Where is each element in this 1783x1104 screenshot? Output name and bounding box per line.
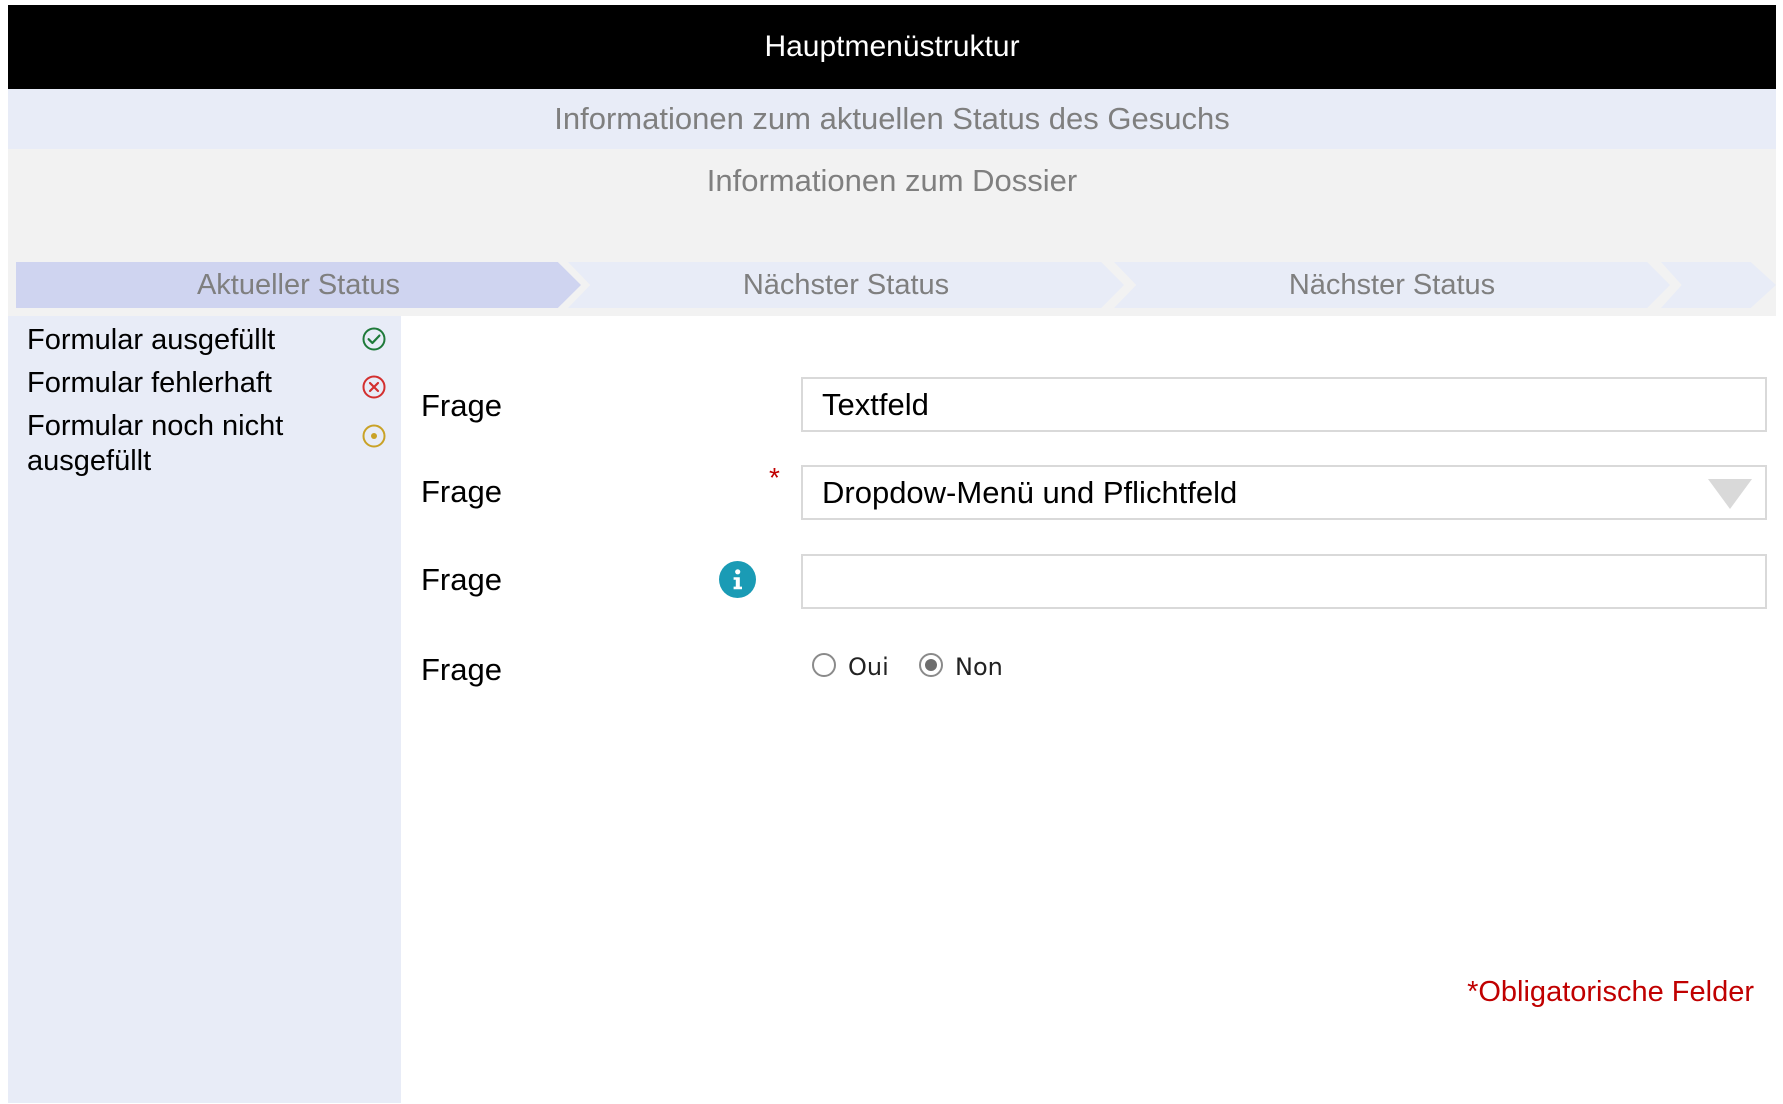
status-info-text: Informationen zum aktuellen Status des G… [554, 101, 1230, 136]
question-label: Frage [421, 562, 502, 597]
step-next-status-3 [1661, 262, 1776, 308]
legend-label: Formular ausgefüllt [27, 324, 276, 356]
radio-oui[interactable] [812, 653, 836, 677]
check-circle-icon [362, 327, 386, 351]
step-label: Nächster Status [1288, 268, 1496, 301]
step-current-status: Aktueller Status [16, 262, 581, 308]
legend-label: Formular fehlerhaft [27, 367, 272, 399]
textfield-input[interactable]: Textfeld [801, 377, 1767, 432]
legend-label: Formular noch nicht ausgefüllt [27, 410, 284, 477]
dot-circle-icon [362, 424, 386, 448]
dropdown-value: Dropdow-Menü und Pflichtfeld [822, 474, 1238, 510]
radio-non-label[interactable]: Non [955, 653, 1003, 681]
radio-non[interactable] [919, 653, 943, 677]
chevron-down-icon[interactable] [1708, 479, 1752, 509]
step-label: Nächster Status [742, 268, 950, 301]
dropdown-select[interactable]: Dropdow-Menü und Pflichtfeld [801, 465, 1767, 520]
main-menu-bar[interactable]: Hauptmenüstruktur [8, 5, 1776, 89]
status-info-bar: Informationen zum aktuellen Status des G… [8, 89, 1776, 149]
x-circle-icon [362, 375, 386, 399]
step-label: Aktueller Status [196, 268, 401, 301]
required-marker: * [769, 462, 780, 493]
question-label: Frage [421, 388, 502, 423]
legend-item-completed: Formular ausgefüllt [27, 323, 327, 358]
step-next-status-1: Nächster Status [568, 262, 1124, 308]
info-icon[interactable] [719, 561, 756, 598]
status-progress-steps: Aktueller Status Nächster Status Nächste… [16, 262, 1783, 308]
app-frame: Hauptmenüstruktur Informationen zum aktu… [8, 5, 1776, 1103]
form-status-legend: Formular ausgefüllt Formular fehlerhaft … [8, 316, 401, 1103]
radio-oui-label[interactable]: Oui [848, 653, 889, 681]
empty-text-input[interactable] [801, 554, 1767, 609]
dossier-info-text: Informationen zum Dossier [706, 163, 1078, 198]
legend-item-error: Formular fehlerhaft [27, 366, 327, 401]
step-next-status-2: Nächster Status [1114, 262, 1670, 308]
legend-item-not-filled: Formular noch nicht ausgefüllt [27, 409, 327, 479]
textfield-value: Textfeld [822, 386, 929, 422]
main-menu-title: Hauptmenüstruktur [764, 30, 1020, 63]
obligatory-fields-note: *Obligatorische Felder [1467, 976, 1754, 1008]
question-label: Frage [421, 652, 502, 687]
dossier-info-panel: Informationen zum Dossier Aktueller Stat… [8, 149, 1776, 316]
question-label: Frage [421, 474, 502, 509]
form-area: Frage Textfeld Frage * Dropdow-Menü und … [401, 316, 1776, 1103]
